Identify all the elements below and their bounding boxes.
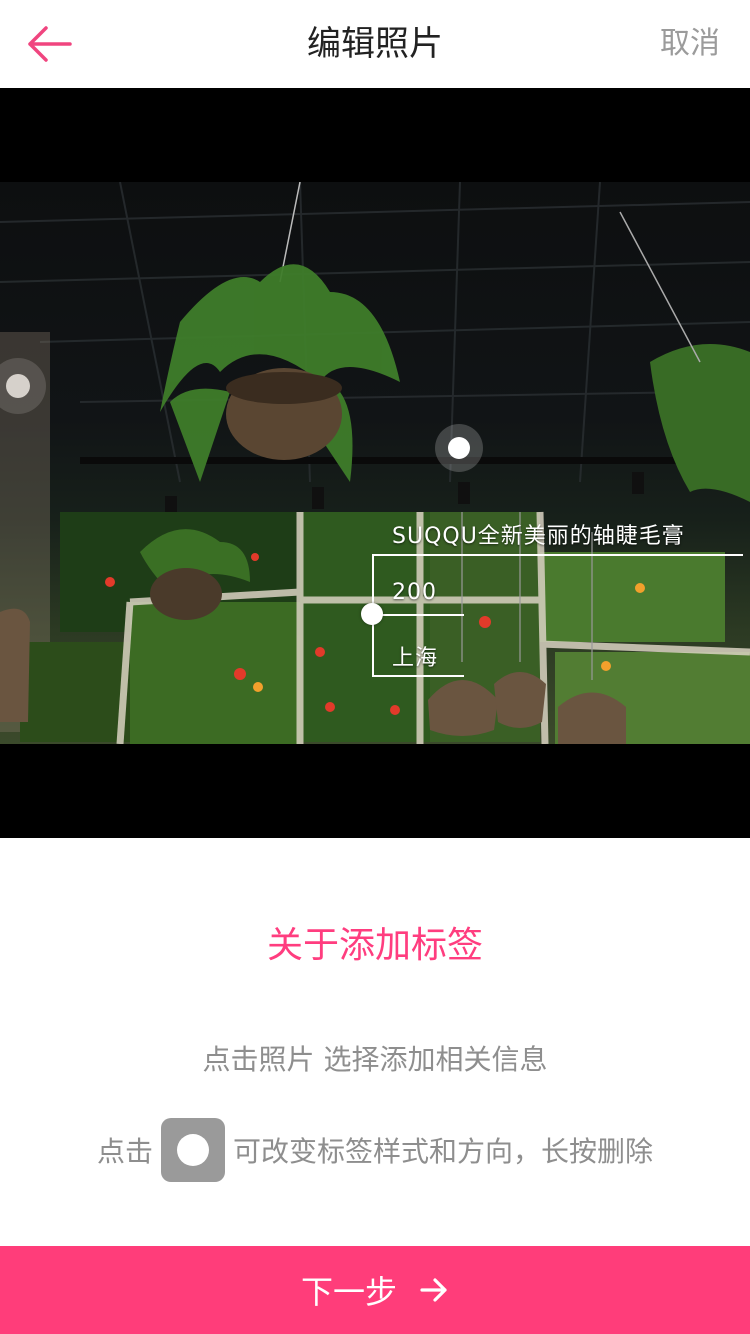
photo-image[interactable]: SUQQU全新美丽的轴睫毛膏 200 上海 bbox=[0, 182, 750, 744]
next-step-button[interactable]: 下一步 bbox=[0, 1246, 750, 1334]
tag-title: SUQQU全新美丽的轴睫毛膏 bbox=[392, 524, 685, 549]
top-nav-bar: 编辑照片 取消 bbox=[0, 0, 750, 88]
circle-icon bbox=[177, 1134, 209, 1166]
tag-title-line bbox=[372, 554, 743, 556]
photo-stage[interactable]: SUQQU全新美丽的轴睫毛膏 200 上海 bbox=[0, 88, 750, 838]
help-line2-suffix: 可改变标签样式和方向，长按删除 bbox=[233, 1135, 654, 1168]
tag-price: 200 bbox=[392, 580, 437, 605]
help-instruction-tap: 点击照片 选择添加相关信息 bbox=[202, 1043, 548, 1076]
help-instruction-style: 点击 可改变标签样式和方向，长按删除 bbox=[0, 1118, 750, 1182]
edit-photo-screen: 编辑照片 取消 SUQQU全新美丽的轴睫毛膏 200 上海 关于添加标签 点击照… bbox=[0, 0, 750, 1334]
tag-location-line bbox=[372, 675, 464, 677]
arrow-right-icon bbox=[419, 1276, 449, 1304]
help-line2-prefix: 点击 bbox=[96, 1135, 153, 1168]
cancel-button[interactable]: 取消 bbox=[660, 0, 720, 88]
tag-style-toggle-icon bbox=[161, 1118, 225, 1182]
next-step-label: 下一步 bbox=[300, 1273, 397, 1311]
page-title: 编辑照片 bbox=[307, 24, 443, 64]
product-tag[interactable]: SUQQU全新美丽的轴睫毛膏 200 上海 bbox=[0, 182, 750, 744]
tag-anchor-dot[interactable] bbox=[361, 603, 383, 625]
tag-price-line bbox=[372, 614, 464, 616]
tag-location: 上海 bbox=[392, 646, 439, 671]
help-title: 关于添加标签 bbox=[266, 925, 483, 966]
